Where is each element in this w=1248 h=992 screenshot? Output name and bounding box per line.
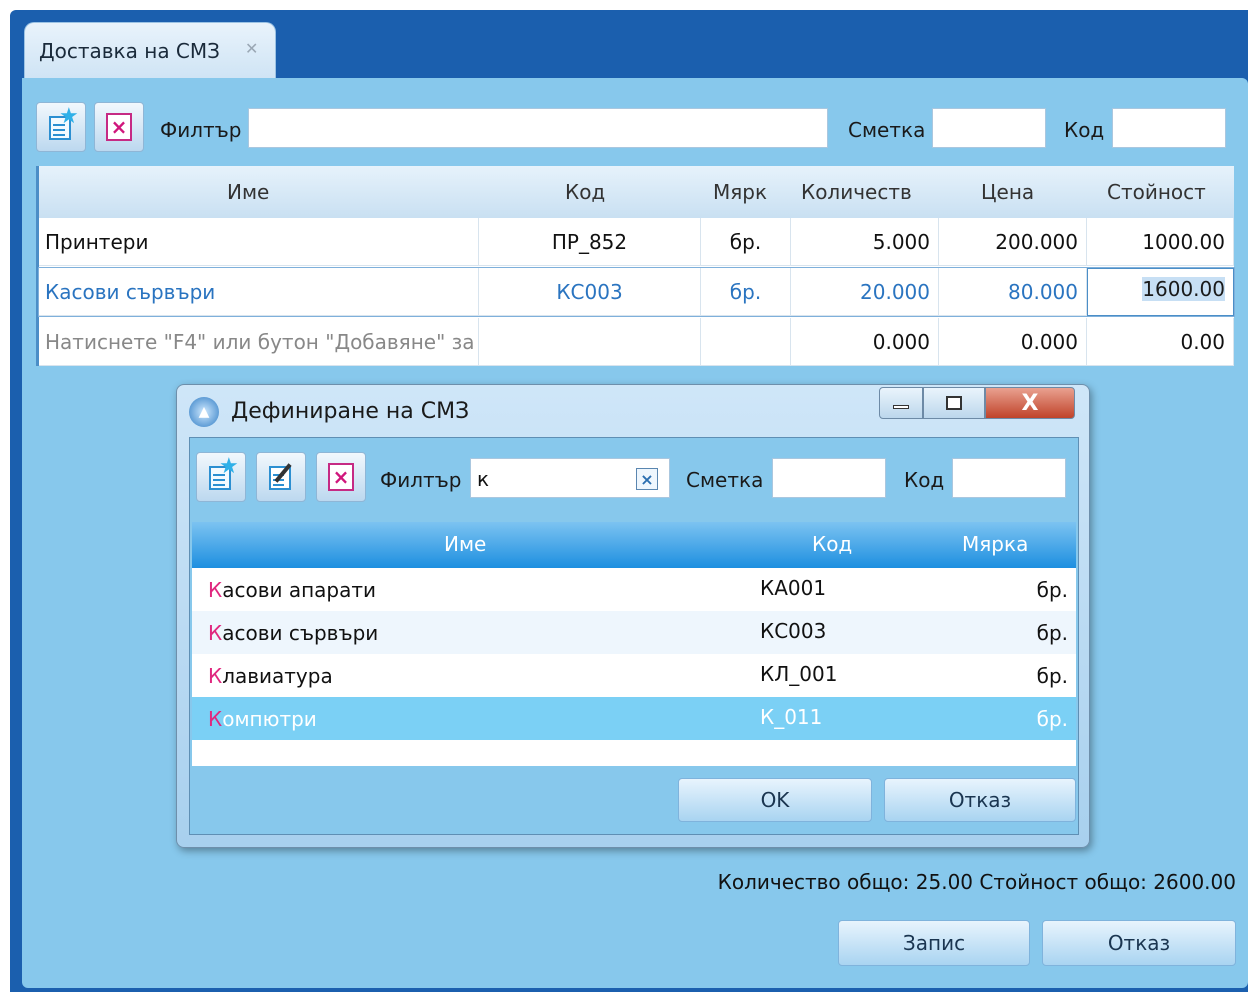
item-name: Клавиатура <box>208 664 333 688</box>
cell-price: 0.000 <box>939 318 1087 366</box>
close-button[interactable]: X <box>985 387 1075 419</box>
cell-code: КС003 <box>479 268 701 316</box>
delete-icon: × <box>328 463 354 491</box>
filter-input[interactable] <box>248 108 828 148</box>
item-code: К_011 <box>760 705 823 729</box>
list-item-selected[interactable]: Компютри К_011 бр. <box>192 697 1076 740</box>
cell-price: 80.000 <box>939 268 1087 316</box>
app-icon: ▲ <box>189 397 219 427</box>
col-value[interactable]: Стойност <box>1107 180 1211 204</box>
cell-unit: бр. <box>701 218 791 266</box>
dialog-grid-header: Име Код Мярка <box>192 522 1076 568</box>
grid-header: Име Код Мярк Количеств Цена Стойност <box>39 166 1234 218</box>
selected-value-text: 1600.00 <box>1142 277 1225 301</box>
item-code: КА001 <box>760 576 827 600</box>
edit-icon <box>267 462 295 492</box>
clear-filter-icon[interactable]: × <box>636 468 658 490</box>
cancel-button[interactable]: Отказ <box>1042 920 1236 966</box>
table-row[interactable]: Принтери ПР_852 бр. 5.000 200.000 1000.0… <box>39 218 1234 266</box>
cell-name: Касови сървъри <box>39 268 479 316</box>
col-price[interactable]: Цена <box>981 180 1034 204</box>
account-label: Сметка <box>848 118 926 142</box>
cell-unit: бр. <box>701 268 791 316</box>
code-label: Код <box>1064 118 1105 142</box>
cell-code: ПР_852 <box>479 218 701 266</box>
cell-value: 0.00 <box>1087 318 1234 366</box>
dialog-title: Дефиниране на СМЗ <box>231 399 470 424</box>
dcol-name[interactable]: Име <box>444 532 486 556</box>
ok-button[interactable]: OK <box>678 778 872 822</box>
tab-title: Доставка на СМЗ <box>39 39 220 63</box>
item-name: Касови сървъри <box>208 621 379 645</box>
save-button[interactable]: Запис <box>838 920 1030 966</box>
item-name: Касови апарати <box>208 578 377 602</box>
totals-status: Количество общо: 25.00 Стойност общо: 26… <box>717 870 1236 894</box>
delete-button[interactable]: × <box>94 102 144 152</box>
list-item[interactable]: Касови сървъри КС003 бр. <box>192 611 1076 654</box>
cell-quantity: 5.000 <box>791 218 939 266</box>
maximize-button[interactable] <box>923 387 985 419</box>
item-unit: бр. <box>1036 664 1068 688</box>
cell-value-editing[interactable]: 1600.00 <box>1087 268 1234 316</box>
dialog-account-input[interactable] <box>772 458 886 498</box>
cell-code <box>479 318 701 366</box>
col-name[interactable]: Име <box>227 180 269 204</box>
dialog-account-label: Сметка <box>686 468 764 492</box>
dialog-body: ★ × Филтър к × Сметка Код Име Код Мярка … <box>189 437 1079 835</box>
dialog-delete-button[interactable]: × <box>316 452 366 502</box>
new-document-icon: ★ <box>47 106 79 142</box>
dialog-grid: Име Код Мярка Касови апарати КА001 бр. К… <box>192 522 1076 766</box>
add-button[interactable]: ★ <box>36 102 86 152</box>
tab-close-icon[interactable]: ✕ <box>245 39 258 58</box>
define-smz-dialog: ▲ Дефиниране на СМЗ X ★ × Филтър к × Сме… <box>176 384 1090 848</box>
cell-price: 200.000 <box>939 218 1087 266</box>
cell-quantity: 0.000 <box>791 318 939 366</box>
item-unit: бр. <box>1036 707 1068 731</box>
col-unit[interactable]: Мярк <box>713 180 767 204</box>
dialog-filter-label: Филтър <box>380 468 462 492</box>
minimize-icon <box>893 405 909 409</box>
cell-new-row-hint: Натиснете "F4" или бутон "Добавяне" за <box>39 318 479 366</box>
dialog-cancel-button[interactable]: Отказ <box>884 778 1076 822</box>
table-row[interactable]: Касови сървъри КС003 бр. 20.000 80.000 1… <box>38 267 1235 317</box>
filter-label: Филтър <box>160 118 242 142</box>
item-unit: бр. <box>1036 621 1068 645</box>
item-code: КЛ_001 <box>760 662 838 686</box>
dcol-unit[interactable]: Мярка <box>962 532 1028 556</box>
item-unit: бр. <box>1036 578 1068 602</box>
maximize-icon <box>946 396 962 410</box>
account-input[interactable] <box>932 108 1046 148</box>
dialog-add-button[interactable]: ★ <box>196 452 246 502</box>
item-name: Компютри <box>208 707 317 731</box>
dcol-code[interactable]: Код <box>812 532 852 556</box>
minimize-button[interactable] <box>879 387 923 419</box>
col-code[interactable]: Код <box>565 180 605 204</box>
delete-icon: × <box>106 113 132 141</box>
tab-delivery[interactable]: Доставка на СМЗ ✕ <box>24 22 276 78</box>
list-item[interactable]: Касови апарати КА001 бр. <box>192 568 1076 611</box>
new-row[interactable]: Натиснете "F4" или бутон "Добавяне" за 0… <box>39 318 1234 366</box>
cell-quantity: 20.000 <box>791 268 939 316</box>
items-grid: Име Код Мярк Количеств Цена Стойност При… <box>36 166 1235 366</box>
list-item[interactable]: Клавиатура КЛ_001 бр. <box>192 654 1076 697</box>
col-quantity[interactable]: Количеств <box>801 180 925 204</box>
dialog-code-label: Код <box>904 468 945 492</box>
cell-unit <box>701 318 791 366</box>
item-code: КС003 <box>760 619 827 643</box>
new-document-icon: ★ <box>207 456 239 492</box>
cell-name: Принтери <box>39 218 479 266</box>
code-input[interactable] <box>1112 108 1226 148</box>
dialog-code-input[interactable] <box>952 458 1066 498</box>
dialog-edit-button[interactable] <box>256 452 306 502</box>
cell-value: 1000.00 <box>1087 218 1234 266</box>
close-icon: X <box>1021 390 1039 416</box>
